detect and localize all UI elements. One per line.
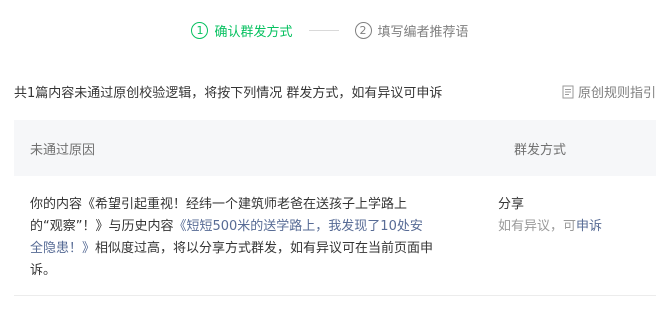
table-row: 你的内容《希望引起重视！经纬一个建筑师老爸在送孩子上学路上的“观察”！》与历史内…: [14, 176, 656, 296]
failed-content-table: 未通过原因 群发方式 你的内容《希望引起重视！经纬一个建筑师老爸在送孩子上学路上…: [14, 120, 656, 296]
step-indicator: 1 确认群发方式 2 填写编者推荐语: [0, 14, 660, 46]
reason-cell: 你的内容《希望引起重视！经纬一个建筑师老爸在送孩子上学路上的“观察”！》与历史内…: [14, 194, 484, 295]
step-1: 1 确认群发方式: [191, 21, 293, 40]
header-mode: 群发方式: [514, 142, 567, 158]
send-mode: 分享: [498, 197, 525, 212]
step-1-number: 1: [191, 21, 209, 39]
original-rules-label: 原创规则指引: [577, 86, 656, 101]
original-rules-link[interactable]: 原创规则指引: [562, 82, 656, 101]
step-2-label: 填写编者推荐语: [377, 24, 469, 40]
step-2-number: 2: [354, 21, 372, 39]
step-2: 2 填写编者推荐语: [354, 21, 469, 40]
header-reason: 未通过原因: [30, 142, 96, 158]
summary-text: 共1篇内容未通过原创校验逻辑，将按下列情况 群发方式，如有异议可申诉: [14, 86, 443, 101]
appeal-link[interactable]: 申诉: [576, 219, 602, 234]
appeal-prefix: 如有异议，可: [498, 219, 577, 234]
step-1-label: 确认群发方式: [214, 24, 293, 40]
table-header: 未通过原因 群发方式: [14, 120, 656, 176]
appeal-line: 如有异议，可申诉: [498, 216, 602, 238]
doc-icon: [562, 85, 574, 99]
step-divider: [308, 29, 339, 31]
mode-cell: 分享 如有异议，可申诉: [484, 194, 602, 295]
